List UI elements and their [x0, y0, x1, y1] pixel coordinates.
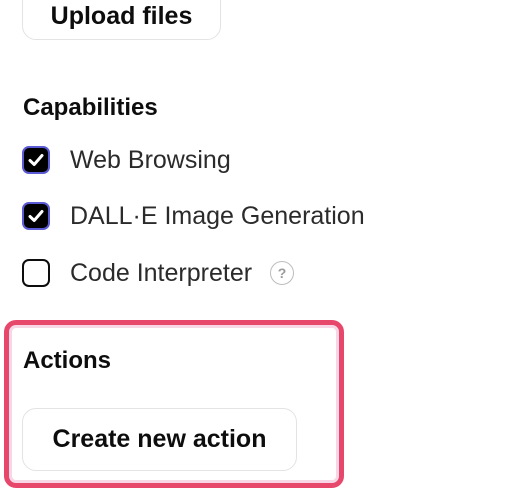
capability-web-browsing[interactable]: Web Browsing	[22, 143, 231, 177]
capabilities-heading: Capabilities	[23, 94, 158, 121]
web-browsing-label: Web Browsing	[70, 145, 231, 174]
capability-dalle-image-generation[interactable]: DALL·E Image Generation	[22, 199, 365, 233]
checkmark-icon	[28, 154, 44, 166]
actions-heading: Actions	[23, 347, 112, 374]
capability-code-interpreter[interactable]: Code Interpreter ?	[22, 256, 295, 290]
create-new-action-button[interactable]: Create new action	[22, 408, 297, 471]
web-browsing-checkbox[interactable]	[22, 146, 50, 174]
dalle-label: DALL·E Image Generation	[70, 201, 365, 230]
code-interpreter-checkbox[interactable]	[22, 259, 50, 287]
upload-files-button[interactable]: Upload files	[22, 0, 221, 40]
checkmark-icon	[28, 210, 44, 222]
dalle-checkbox[interactable]	[22, 202, 50, 230]
help-icon[interactable]: ?	[270, 261, 295, 285]
code-interpreter-label: Code Interpreter	[70, 258, 253, 287]
